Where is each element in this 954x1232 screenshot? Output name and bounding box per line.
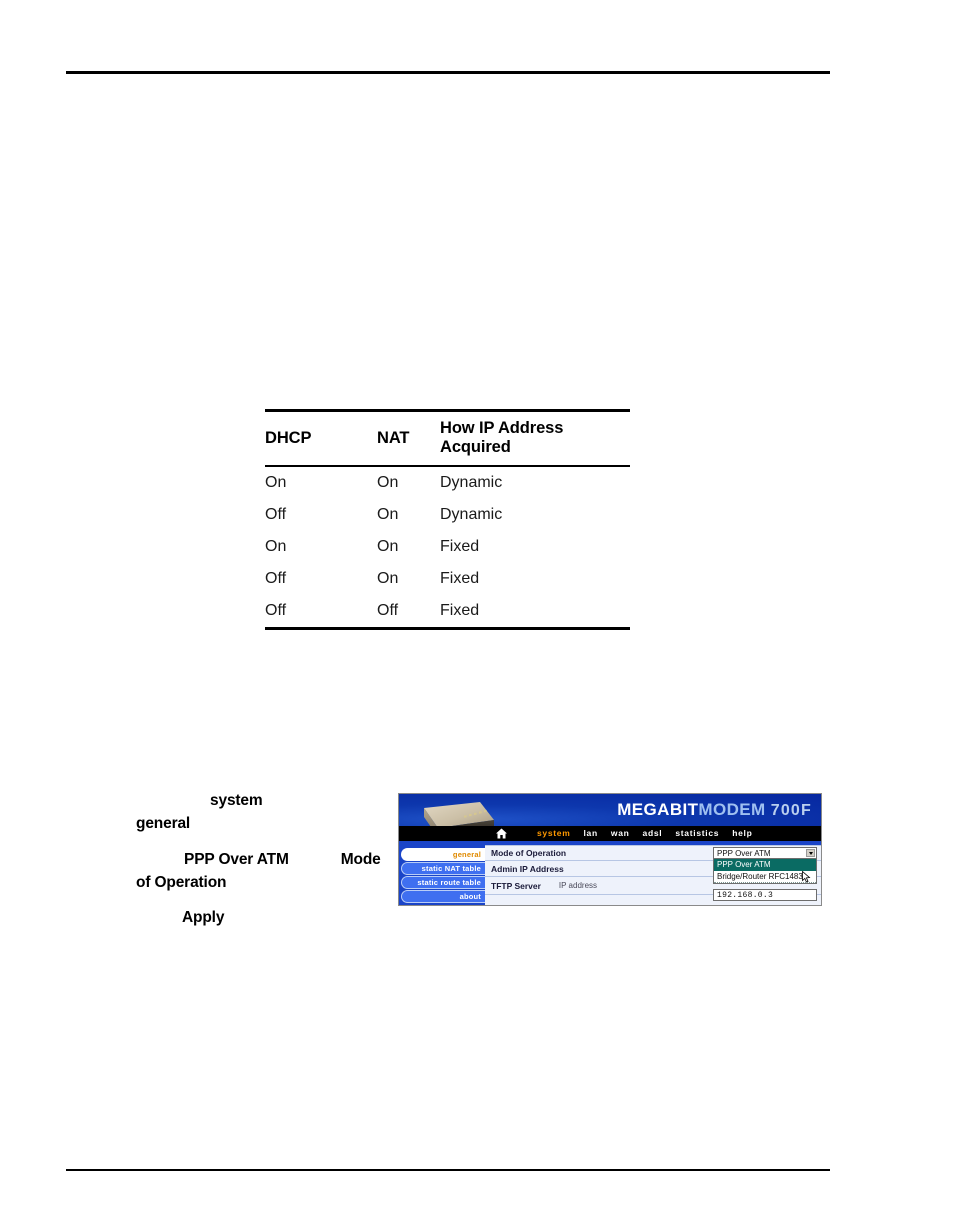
cell-nat: On	[377, 538, 399, 555]
megabit-modem-screenshot: MEGABITMODEM 700F system lan wan adsl st…	[398, 793, 822, 906]
form-sublabel-ip-address: IP address	[558, 881, 598, 890]
cell-how: Dynamic	[440, 474, 503, 491]
mouse-cursor-icon	[802, 871, 811, 883]
product-brand-title: MEGABITMODEM 700F	[617, 800, 812, 820]
cell-dhcp: Off	[265, 602, 287, 619]
form-label-admin-ip-address: Admin IP Address	[491, 863, 564, 874]
dropdown-option-ppp-over-atm[interactable]: PPP Over ATM	[714, 859, 816, 871]
form-controls-column: PPP Over ATM PPP Over ATM Bridge/Router …	[713, 847, 817, 901]
brand-part-modem: MODEM	[698, 800, 766, 819]
form-label-mode-of-operation: Mode of Operation	[491, 848, 567, 858]
prose-term-system: system	[210, 792, 263, 809]
cell-how: Fixed	[440, 602, 480, 619]
prose-term-mode: Mode	[340, 851, 381, 868]
table-row: Off On Fixed	[265, 563, 630, 595]
cell-how: Dynamic	[440, 506, 503, 523]
screenshot-body: general static NAT table static route ta…	[399, 845, 821, 905]
prose-term-ppp-over-atm: PPP Over ATM	[184, 851, 289, 868]
table-header-row: DHCP NAT How IP Address Acquired	[265, 412, 630, 465]
nav-item-help[interactable]: help	[732, 826, 752, 841]
page-header-rule	[66, 71, 830, 74]
mode-of-operation-selected-value: PPP Over ATM	[717, 848, 771, 858]
brand-part-megabit: MEGABIT	[617, 800, 699, 819]
screenshot-banner: MEGABITMODEM 700F system lan wan adsl st…	[399, 794, 821, 841]
nav-item-lan[interactable]: lan	[584, 826, 598, 841]
table-bottom-rule	[265, 627, 630, 630]
nav-item-adsl[interactable]: adsl	[643, 826, 663, 841]
table-row: Off On Dynamic	[265, 499, 630, 531]
sidebar: general static NAT table static route ta…	[399, 845, 485, 905]
mode-of-operation-select[interactable]: PPP Over ATM	[713, 847, 817, 859]
document-page: DHCP NAT How IP Address Acquired On On D…	[0, 0, 954, 1232]
prose-term-apply: Apply	[182, 909, 225, 926]
table: DHCP NAT How IP Address Acquired	[265, 412, 630, 465]
table-body: On On Dynamic Off On Dynamic On On Fixed…	[265, 467, 630, 627]
column-header-how-ip-address-acquired: How IP Address Acquired	[440, 419, 564, 456]
sidebar-item-about[interactable]: about	[401, 890, 485, 903]
tftp-ip-address-value: 192.168.0.3	[717, 890, 774, 900]
ip-acquisition-table: DHCP NAT How IP Address Acquired On On D…	[265, 409, 630, 630]
nav-item-system[interactable]: system	[537, 826, 571, 841]
cell-nat: Off	[377, 602, 399, 619]
top-navigation-bar: system lan wan adsl statistics help	[399, 826, 821, 841]
instruction-paragraph-3: Apply	[136, 906, 391, 929]
table-row: On On Fixed	[265, 531, 630, 563]
cell-how: Fixed	[440, 570, 480, 587]
cell-dhcp: Off	[265, 506, 287, 523]
cell-nat: On	[377, 506, 399, 523]
sidebar-item-static-nat-table[interactable]: static NAT table	[401, 862, 485, 875]
table-row: On On Dynamic	[265, 467, 630, 499]
prose-term-of-operation: of Operation	[136, 874, 227, 891]
mode-of-operation-dropdown-list: PPP Over ATM Bridge/Router RFC1483	[713, 859, 817, 884]
cell-dhcp: On	[265, 538, 287, 555]
brand-part-model: 700F	[770, 802, 812, 819]
dropdown-option-bridge-router-rfc1483[interactable]: Bridge/Router RFC1483	[714, 871, 816, 883]
nav-item-wan[interactable]: wan	[611, 826, 630, 841]
instruction-paragraph-2: PPP Over ATM Mode of Operation	[136, 848, 391, 894]
form-label-tftp-server: TFTP Server	[491, 880, 541, 891]
cell-nat: On	[377, 474, 399, 491]
cell-how: Fixed	[440, 538, 480, 555]
instruction-paragraph-1: system general	[136, 789, 391, 835]
column-header-nat: NAT	[377, 428, 410, 447]
column-header-dhcp: DHCP	[265, 428, 312, 447]
chevron-down-icon[interactable]	[806, 849, 815, 857]
nav-item-statistics[interactable]: statistics	[675, 826, 719, 841]
home-icon[interactable]	[495, 827, 508, 840]
tftp-ip-address-input[interactable]: 192.168.0.3	[713, 889, 817, 901]
cell-dhcp: Off	[265, 570, 287, 587]
table-row: Off Off Fixed	[265, 595, 630, 627]
page-footer-rule	[66, 1169, 830, 1171]
prose-term-general: general	[136, 815, 191, 832]
sidebar-item-static-route-table[interactable]: static route table	[401, 876, 485, 889]
cell-dhcp: On	[265, 474, 287, 491]
sidebar-item-general[interactable]: general	[401, 848, 485, 861]
settings-form: Mode of Operation Admin IP Address TFTP …	[485, 845, 821, 905]
navigation-items: system lan wan adsl statistics help	[537, 826, 752, 841]
cell-nat: On	[377, 570, 399, 587]
